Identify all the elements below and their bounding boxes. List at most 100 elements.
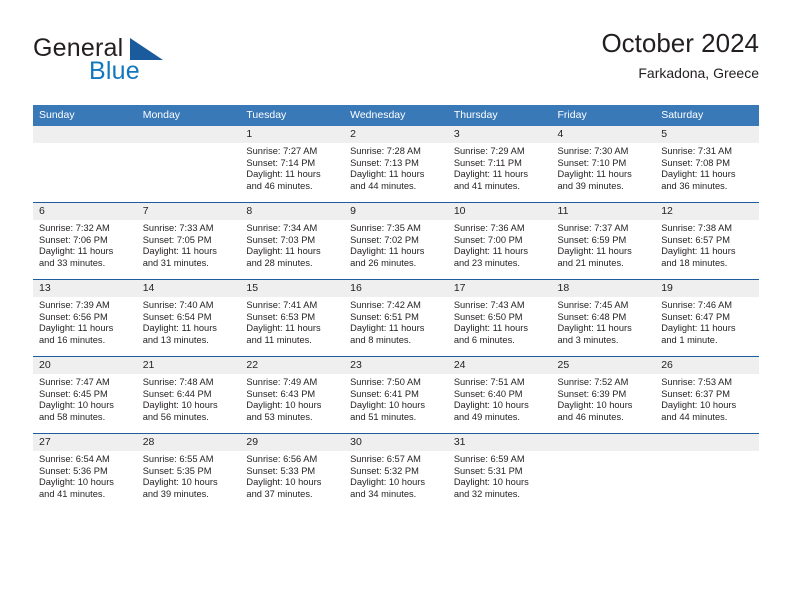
day-cell[interactable]: 15 Sunrise: 7:41 AM Sunset: 6:53 PM Dayl… [240,279,345,357]
day-details: Sunrise: 7:32 AM Sunset: 7:06 PM Dayligh… [33,220,137,269]
daylight-text-line1: Daylight: 11 hours [557,169,632,180]
day-cell[interactable]: 11 Sunrise: 7:37 AM Sunset: 6:59 PM Dayl… [551,202,656,280]
day-details: Sunrise: 7:38 AM Sunset: 6:57 PM Dayligh… [655,220,759,269]
daylight-text-line1: Daylight: 11 hours [661,169,736,180]
day-cell[interactable]: 22 Sunrise: 7:49 AM Sunset: 6:43 PM Dayl… [240,356,345,434]
sunset-text: Sunset: 7:08 PM [661,157,730,168]
sunrise-text: Sunrise: 7:30 AM [557,146,629,156]
sunrise-text: Sunrise: 7:51 AM [453,377,525,387]
day-details: Sunrise: 7:40 AM Sunset: 6:54 PM Dayligh… [137,297,241,346]
day-cell[interactable]: 27 Sunrise: 6:54 AM Sunset: 5:36 PM Dayl… [33,433,137,510]
day-cell[interactable]: 29 Sunrise: 6:56 AM Sunset: 5:33 PM Dayl… [240,433,345,510]
day-cell[interactable]: 25 Sunrise: 7:52 AM Sunset: 6:39 PM Dayl… [551,356,656,434]
daylight-text-line1: Daylight: 11 hours [142,246,217,257]
day-number: 13 [33,280,137,297]
day-cell[interactable]: 1 Sunrise: 7:27 AM Sunset: 7:14 PM Dayli… [240,126,345,203]
sunset-text: Sunset: 7:13 PM [350,157,419,168]
day-details: Sunrise: 7:28 AM Sunset: 7:13 PM Dayligh… [344,143,448,192]
sunrise-text: Sunrise: 6:56 AM [246,454,318,464]
daylight-text-line2: and 39 minutes. [557,180,624,191]
day-cell[interactable] [551,433,656,510]
day-cell[interactable]: 6 Sunrise: 7:32 AM Sunset: 7:06 PM Dayli… [33,202,137,280]
daylight-text-line1: Daylight: 11 hours [246,246,321,257]
day-cell[interactable] [33,126,137,203]
day-cell[interactable]: 4 Sunrise: 7:30 AM Sunset: 7:10 PM Dayli… [551,126,656,203]
day-cell[interactable]: 7 Sunrise: 7:33 AM Sunset: 7:05 PM Dayli… [136,202,241,280]
daylight-text-line2: and 46 minutes. [246,180,313,191]
daylight-text-line2: and 41 minutes. [39,488,106,499]
daylight-text-line2: and 51 minutes. [350,411,417,422]
day-cell[interactable]: 3 Sunrise: 7:29 AM Sunset: 7:11 PM Dayli… [447,126,552,203]
day-cell[interactable]: 14 Sunrise: 7:40 AM Sunset: 6:54 PM Dayl… [136,279,241,357]
brand-name-blue: Blue [89,57,140,85]
sunset-text: Sunset: 7:00 PM [453,234,523,245]
daylight-text-line2: and 28 minutes. [246,257,313,268]
daylight-text-line1: Daylight: 11 hours [350,246,425,257]
day-number: 10 [447,203,552,220]
day-cell[interactable]: 9 Sunrise: 7:35 AM Sunset: 7:02 PM Dayli… [344,202,448,280]
daylight-text-line1: Daylight: 11 hours [246,323,321,334]
sunrise-text: Sunrise: 7:37 AM [557,223,629,233]
day-number: 24 [447,357,552,374]
day-cell[interactable]: 19 Sunrise: 7:46 AM Sunset: 6:47 PM Dayl… [655,279,759,357]
day-number: 8 [240,203,345,220]
daylight-text-line2: and 58 minutes. [39,411,106,422]
day-number: 31 [447,434,552,451]
day-cell[interactable]: 13 Sunrise: 7:39 AM Sunset: 6:56 PM Dayl… [33,279,137,357]
day-cell[interactable]: 2 Sunrise: 7:28 AM Sunset: 7:13 PM Dayli… [344,126,448,203]
sunrise-text: Sunrise: 7:34 AM [246,223,318,233]
daylight-text-line2: and 11 minutes. [246,334,312,345]
day-cell[interactable]: 28 Sunrise: 6:55 AM Sunset: 5:35 PM Dayl… [136,433,241,510]
calendar-week-row: 13 Sunrise: 7:39 AM Sunset: 6:56 PM Dayl… [33,279,759,357]
day-number: 20 [33,357,137,374]
page-location: Farkadona, Greece [638,65,759,81]
day-cell[interactable]: 20 Sunrise: 7:47 AM Sunset: 6:45 PM Dayl… [33,356,137,434]
day-cell[interactable]: 16 Sunrise: 7:42 AM Sunset: 6:51 PM Dayl… [344,279,448,357]
daylight-text-line2: and 13 minutes. [142,334,209,345]
day-cell[interactable]: 24 Sunrise: 7:51 AM Sunset: 6:40 PM Dayl… [447,356,552,434]
day-cell[interactable]: 5 Sunrise: 7:31 AM Sunset: 7:08 PM Dayli… [655,126,759,203]
sunset-text: Sunset: 7:03 PM [246,234,316,245]
day-number: 29 [240,434,345,451]
sunset-text: Sunset: 5:31 PM [453,465,523,476]
day-details: Sunrise: 7:47 AM Sunset: 6:45 PM Dayligh… [33,374,137,423]
day-cell[interactable] [136,126,241,203]
day-cell[interactable]: 31 Sunrise: 6:59 AM Sunset: 5:31 PM Dayl… [447,433,552,510]
daylight-text-line2: and 21 minutes. [557,257,624,268]
daylight-text-line1: Daylight: 10 hours [453,400,529,411]
title-block: October 2024 Farkadona, Greece [601,28,759,83]
brand-logo[interactable]: General Blue [33,34,293,92]
daylight-text-line2: and 49 minutes. [453,411,520,422]
sunrise-text: Sunrise: 7:29 AM [453,146,525,156]
day-cell[interactable]: 18 Sunrise: 7:45 AM Sunset: 6:48 PM Dayl… [551,279,656,357]
day-cell[interactable]: 21 Sunrise: 7:48 AM Sunset: 6:44 PM Dayl… [136,356,241,434]
day-details: Sunrise: 7:30 AM Sunset: 7:10 PM Dayligh… [552,143,656,192]
day-details: Sunrise: 7:29 AM Sunset: 7:11 PM Dayligh… [448,143,552,192]
day-number: 6 [33,203,137,220]
daylight-text-line2: and 23 minutes. [453,257,520,268]
daylight-text-line2: and 44 minutes. [350,180,417,191]
sunset-text: Sunset: 6:47 PM [661,311,730,322]
sunrise-text: Sunrise: 7:46 AM [661,300,733,310]
day-details: Sunrise: 7:33 AM Sunset: 7:05 PM Dayligh… [137,220,241,269]
day-cell[interactable]: 12 Sunrise: 7:38 AM Sunset: 6:57 PM Dayl… [655,202,759,280]
day-cell[interactable]: 10 Sunrise: 7:36 AM Sunset: 7:00 PM Dayl… [447,202,552,280]
day-cell[interactable]: 23 Sunrise: 7:50 AM Sunset: 6:41 PM Dayl… [344,356,448,434]
daylight-text-line2: and 34 minutes. [350,488,417,499]
day-cell[interactable]: 30 Sunrise: 6:57 AM Sunset: 5:32 PM Dayl… [344,433,448,510]
sunrise-text: Sunrise: 7:27 AM [246,146,318,156]
weekday-header-friday: Friday [551,105,656,126]
daylight-text-line1: Daylight: 11 hours [661,323,736,334]
daylight-text-line2: and 41 minutes. [453,180,520,191]
day-cell[interactable]: 17 Sunrise: 7:43 AM Sunset: 6:50 PM Dayl… [447,279,552,357]
sunset-text: Sunset: 5:35 PM [142,465,212,476]
sunset-text: Sunset: 7:06 PM [39,234,108,245]
day-cell[interactable]: 26 Sunrise: 7:53 AM Sunset: 6:37 PM Dayl… [655,356,759,434]
day-cell[interactable]: 8 Sunrise: 7:34 AM Sunset: 7:03 PM Dayli… [240,202,345,280]
sunset-text: Sunset: 5:36 PM [39,465,108,476]
sunrise-text: Sunrise: 7:31 AM [661,146,733,156]
day-details: Sunrise: 7:48 AM Sunset: 6:44 PM Dayligh… [137,374,241,423]
day-details: Sunrise: 6:59 AM Sunset: 5:31 PM Dayligh… [448,451,552,500]
day-cell[interactable] [655,433,759,510]
sunset-text: Sunset: 6:43 PM [246,388,316,399]
